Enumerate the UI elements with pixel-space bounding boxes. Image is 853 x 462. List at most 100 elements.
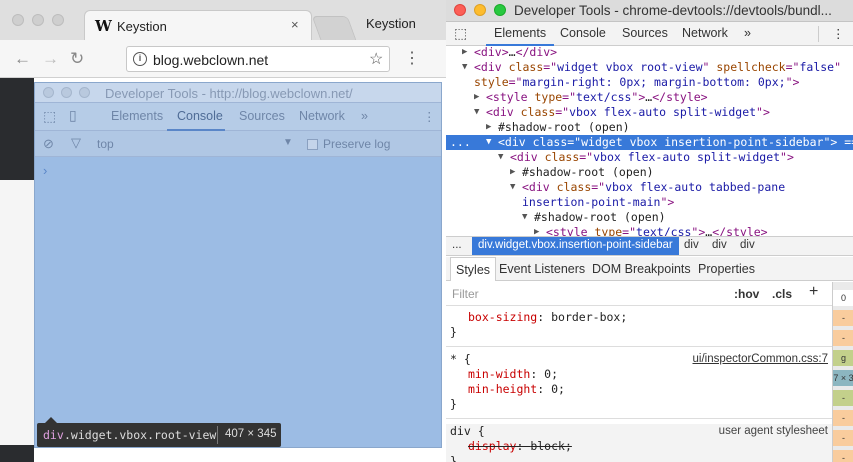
devtools-title: Developer Tools - chrome-devtools://devt… <box>514 3 832 18</box>
inspected-tab-network[interactable]: Network <box>299 109 345 123</box>
styles-filter-input[interactable]: Filter <box>452 287 479 301</box>
breadcrumb-item[interactable]: div <box>712 239 727 251</box>
dom-node-markup: <div class="vbox flex-auto split-widget"… <box>510 150 794 164</box>
devtools-minimize-dot[interactable] <box>474 4 486 16</box>
info-icon[interactable]: i <box>133 52 147 66</box>
device-toolbar-icon[interactable]: ▯ <box>69 107 77 124</box>
style-rule[interactable]: div { user agent stylesheet display: block… <box>446 424 832 462</box>
dom-node-markup: <div class="vbox flex-auto split-widget"… <box>486 105 770 119</box>
tab-sources[interactable]: Sources <box>622 26 668 40</box>
console-filter-bar: ⊘ ▽ top ▼ Preserve log <box>35 131 441 157</box>
dom-node-markup: <div class="widget vbox root-view" spell… <box>474 60 842 74</box>
inspected-tab-elements[interactable]: Elements <box>111 109 163 123</box>
style-source-link[interactable]: ui/inspectorCommon.css:7 <box>693 352 829 367</box>
expanded-arrow-icon[interactable]: ▼ <box>474 105 479 120</box>
window-minimize-dot[interactable] <box>32 14 44 26</box>
devtools-titlebar: Developer Tools - chrome-devtools://devt… <box>446 0 853 22</box>
style-rule-close: } <box>450 454 457 462</box>
style-property[interactable]: min-width: 0; <box>468 367 558 382</box>
inspected-zoom-dot <box>79 87 90 98</box>
style-property[interactable]: box-sizing: border-box; <box>468 310 627 325</box>
collapsed-arrow-icon[interactable]: ▶ <box>462 45 467 60</box>
style-property[interactable]: display: block; <box>468 439 572 454</box>
devtools-zoom-dot[interactable] <box>494 4 506 16</box>
collapsed-arrow-icon[interactable]: ▶ <box>510 165 515 180</box>
expanded-arrow-icon[interactable]: ▼ <box>462 60 467 75</box>
styles-pane[interactable]: box-sizing: border-box;} * { ui/inspectorC… <box>446 306 832 462</box>
node-actions-icon[interactable]: ... <box>450 135 471 150</box>
breadcrumb-item[interactable]: div <box>740 239 755 251</box>
devtools-kebab-icon[interactable]: ⋮ <box>832 26 845 41</box>
forward-arrow-icon[interactable]: → <box>42 49 59 69</box>
browser-tab-active[interactable]: W Keystion × <box>84 10 312 40</box>
inspect-cursor-icon[interactable]: ⬚ <box>454 25 467 42</box>
tabs-divider <box>818 26 819 42</box>
star-icon[interactable]: ☆ <box>369 49 383 69</box>
new-style-rule-icon[interactable]: + <box>809 283 818 301</box>
inspected-tab-sources[interactable]: Sources <box>239 109 285 123</box>
style-source-link: user agent stylesheet <box>718 425 828 437</box>
badge-pointer <box>45 417 57 423</box>
tab-event-listeners[interactable]: Event Listeners <box>499 262 585 276</box>
expanded-arrow-icon[interactable]: ▼ <box>486 135 491 150</box>
kebab-menu-icon[interactable]: ⋮ <box>404 48 420 68</box>
style-rule[interactable]: box-sizing: border-box;} <box>446 310 832 344</box>
breadcrumb-ellipsis[interactable]: ... <box>452 239 462 251</box>
reload-icon[interactable]: ↻ <box>70 49 84 69</box>
style-selector[interactable]: div { <box>450 424 485 439</box>
dom-node-markup: <style type="text/css">…</style> <box>486 90 708 104</box>
new-tab-button[interactable] <box>311 16 357 40</box>
inspected-titlebar: Developer Tools - http://blog.webclown.n… <box>35 83 441 103</box>
console-prompt[interactable]: › <box>43 163 47 178</box>
hov-toggle[interactable]: :hov <box>734 287 759 301</box>
inspected-more-tabs-icon[interactable]: » <box>361 109 368 123</box>
tab-elements[interactable]: Elements <box>494 26 546 40</box>
dom-node-markup: style="margin-right: 0px; margin-bottom:… <box>474 75 800 89</box>
inspected-tab-console[interactable]: Console <box>177 109 223 123</box>
page-content <box>0 180 34 445</box>
dom-node-markup: <div>…</div> <box>474 45 558 59</box>
inspected-title: Developer Tools - http://blog.webclown.n… <box>105 86 353 101</box>
style-property[interactable]: min-height: 0; <box>468 382 565 397</box>
inspected-close-dot <box>43 87 54 98</box>
tab-dom-breakpoints[interactable]: DOM Breakpoints <box>592 262 691 276</box>
preserve-log-label: Preserve log <box>323 137 391 151</box>
cls-toggle[interactable]: .cls <box>772 287 792 301</box>
expanded-arrow-icon[interactable]: ▼ <box>498 150 503 165</box>
collapsed-arrow-icon[interactable]: ▶ <box>474 90 479 105</box>
address-bar[interactable]: i blog.webclown.net ☆ <box>126 46 390 72</box>
context-selector[interactable]: top <box>97 137 114 151</box>
inspect-cursor-icon[interactable]: ⬚ <box>43 108 56 125</box>
breadcrumb-item-active[interactable]: div.widget.vbox.insertion-point-sidebar <box>472 237 679 255</box>
url-text[interactable]: blog.webclown.net <box>153 52 268 68</box>
tab-network[interactable]: Network <box>682 26 728 40</box>
filter-icon[interactable]: ▽ <box>71 135 81 151</box>
inspected-minimize-dot <box>61 87 72 98</box>
box-model-cell: - <box>833 450 853 462</box>
dom-tree[interactable]: ▶ <div>…</div> ▼ <div class="widget vbox ro… <box>446 45 853 239</box>
tab-styles[interactable]: Styles <box>450 257 497 281</box>
badge-size: 407 × 345 <box>225 428 277 440</box>
collapsed-arrow-icon[interactable]: ▶ <box>486 120 491 135</box>
expanded-arrow-icon[interactable]: ▼ <box>510 180 515 195</box>
preserve-log-checkbox[interactable] <box>307 139 318 150</box>
window-close-dot[interactable] <box>12 14 24 26</box>
dom-node-selected[interactable]: ... ▼ <div class="widget vbox insertion-po… <box>446 135 853 150</box>
back-arrow-icon[interactable]: ← <box>14 49 31 69</box>
breadcrumb-item[interactable]: div <box>684 239 699 251</box>
context-dropdown-icon[interactable]: ▼ <box>283 137 293 148</box>
devtools-close-dot[interactable] <box>454 4 466 16</box>
tab-properties[interactable]: Properties <box>698 262 755 276</box>
clear-console-icon[interactable]: ⊘ <box>43 136 54 152</box>
tab-console[interactable]: Console <box>560 26 606 40</box>
inspected-kebab-icon[interactable]: ⋮ <box>423 109 436 124</box>
expanded-arrow-icon[interactable]: ▼ <box>522 210 527 225</box>
more-tabs-icon[interactable]: » <box>744 26 751 40</box>
style-selector[interactable]: * { <box>450 352 471 367</box>
badge-tag: div <box>43 428 64 442</box>
inspected-devtools-window[interactable]: Developer Tools - http://blog.webclown.n… <box>34 82 442 448</box>
box-model-cell: - <box>833 410 853 426</box>
tab-close-icon[interactable]: × <box>291 17 299 32</box>
style-rule[interactable]: * { ui/inspectorCommon.css:7 min-width: 0;… <box>446 352 832 416</box>
window-zoom-dot[interactable] <box>52 14 64 26</box>
